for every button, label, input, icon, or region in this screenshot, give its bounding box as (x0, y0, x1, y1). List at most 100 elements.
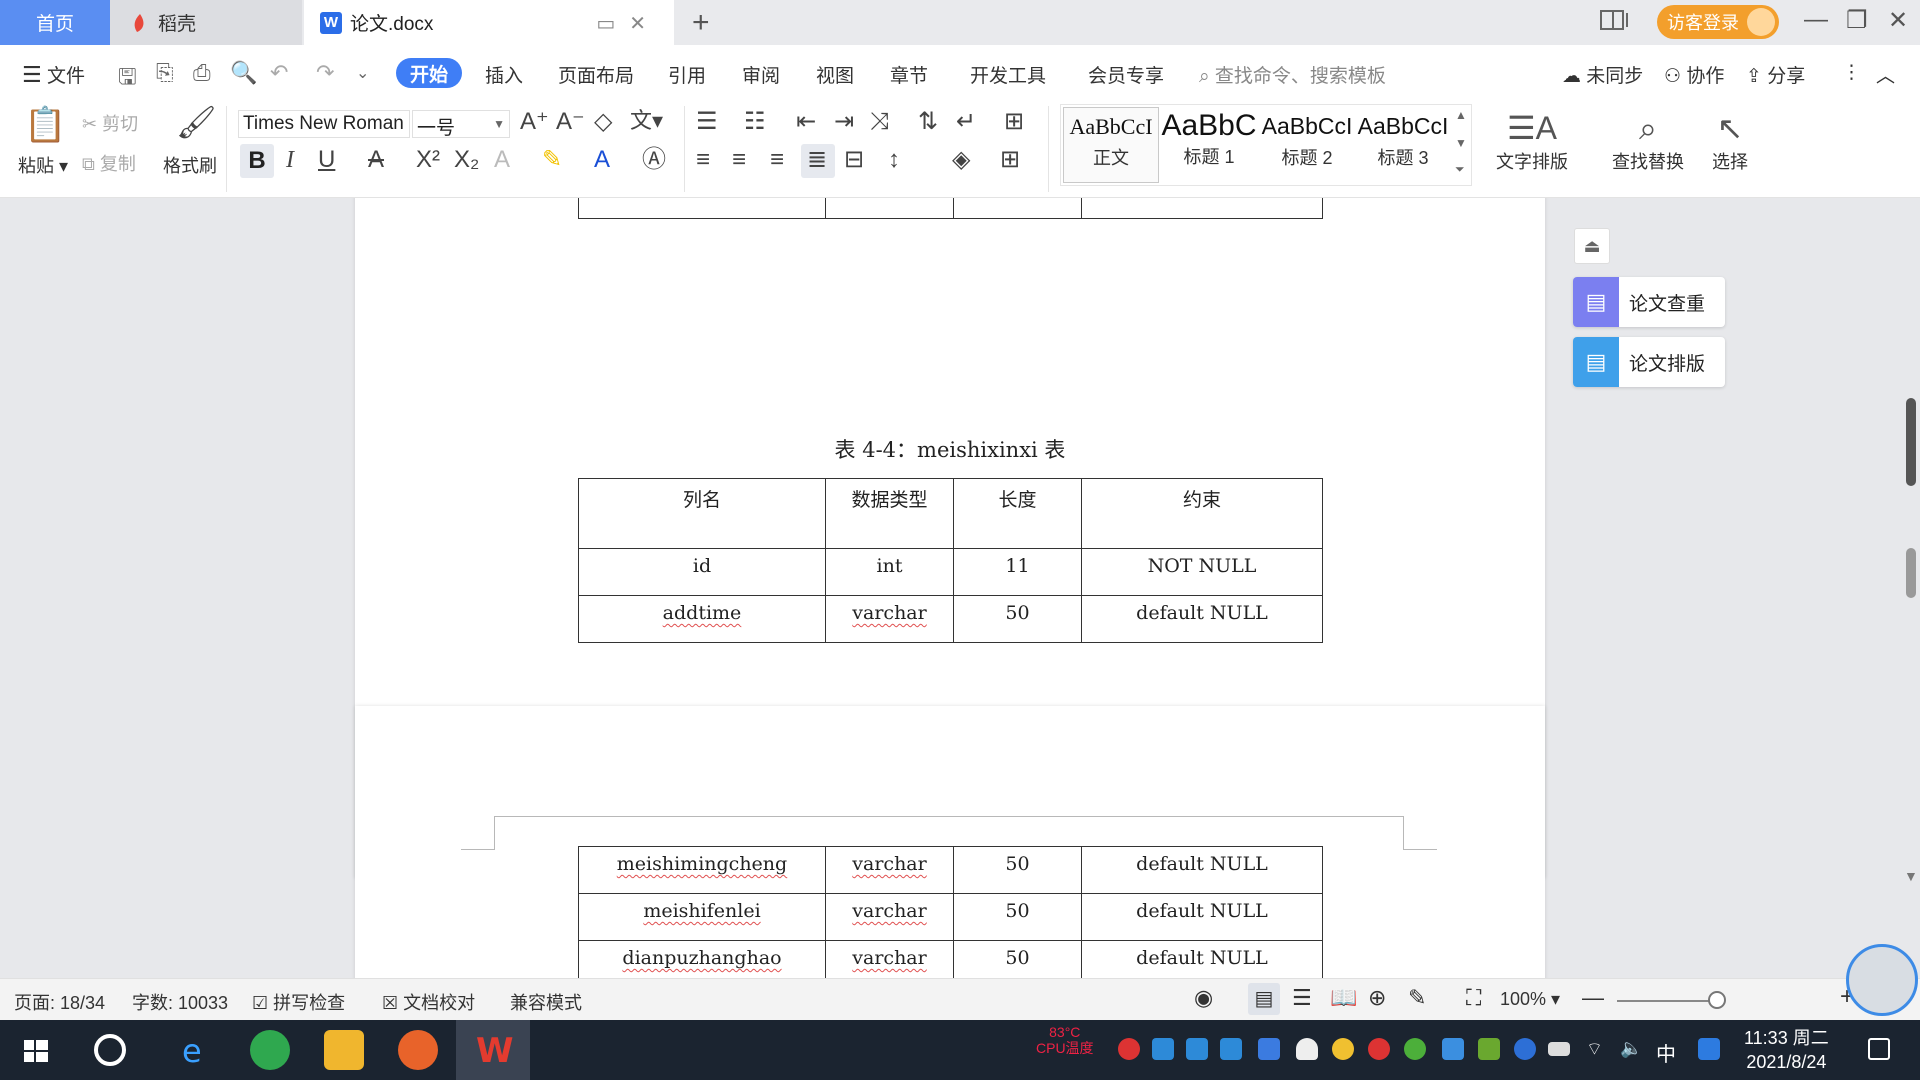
save-icon[interactable]: 🖫 (118, 60, 137, 98)
qq-icon[interactable] (1332, 1038, 1354, 1060)
assistant-robot-icon[interactable] (1846, 944, 1918, 1016)
decrease-indent-icon[interactable]: ⇤ (796, 110, 816, 134)
header-cell[interactable]: 数据类型 (825, 478, 954, 549)
ime-indicator[interactable]: 中 (1656, 1038, 1678, 1066)
pinwheel-app-icon[interactable] (90, 1030, 130, 1070)
tab-references[interactable]: 引用 (668, 61, 706, 88)
underline-button[interactable]: U (318, 148, 335, 172)
tab-developer[interactable]: 开发工具 (970, 61, 1046, 88)
file-explorer-icon[interactable] (324, 1030, 364, 1070)
search-app-icon[interactable] (1698, 1038, 1720, 1060)
more-icon[interactable]: ⋮ (1842, 61, 1861, 84)
header-cell[interactable]: 约束 (1081, 478, 1323, 549)
distributed-icon[interactable]: ⊟ (844, 148, 864, 172)
tray-app-icon[interactable] (1442, 1038, 1464, 1060)
tab-insert[interactable]: 插入 (485, 61, 523, 88)
table-cell[interactable]: varchar (825, 940, 954, 978)
restore-icon[interactable]: ❐ (1846, 6, 1868, 35)
table-cell[interactable]: dianpuzhanghao (578, 940, 826, 978)
data-table[interactable]: 列名 数据类型 长度 约束 id int 11 NOT NULL addtime… (578, 478, 1323, 643)
windows-start-icon[interactable] (16, 1030, 56, 1070)
copy-button[interactable]: ⧉ 复制 (82, 150, 136, 176)
grow-font-icon[interactable]: A⁺ (520, 110, 549, 134)
customize-chevron-icon[interactable]: ⌄ (356, 63, 369, 83)
table-cell[interactable]: varchar (825, 893, 954, 941)
thesis-layout-button[interactable]: ▤ 论文排版 (1573, 337, 1725, 387)
tray-app-icon[interactable] (1118, 1038, 1140, 1060)
output-icon[interactable]: ⎘ (156, 60, 174, 86)
align-right-icon[interactable]: ≡ (770, 148, 784, 172)
tab-daoke[interactable]: 稻壳 (110, 0, 302, 45)
tab-chapter[interactable]: 章节 (890, 61, 928, 88)
redo-icon[interactable]: ↷ (316, 60, 334, 86)
paste-icon[interactable]: 📋 (24, 108, 66, 142)
subscript-button[interactable]: X₂ (454, 148, 479, 172)
shield-icon[interactable] (1258, 1038, 1280, 1060)
superscript-button[interactable]: X² (416, 148, 440, 172)
find-replace-button[interactable]: ⌕ 查找替换 (1612, 108, 1684, 174)
collapse-ribbon-icon[interactable]: ︿ (1876, 61, 1895, 88)
phonetic-guide-icon[interactable]: 文▾ (630, 110, 663, 132)
float-window-icon[interactable]: ▭ (596, 13, 629, 35)
guest-login-button[interactable]: 访客登录 (1657, 5, 1779, 39)
ruler-icon[interactable]: ⊞ (1004, 110, 1024, 134)
table-cell[interactable]: NOT NULL (1081, 548, 1323, 596)
tab-review[interactable]: 审阅 (742, 61, 780, 88)
tab-home[interactable]: 首页 (0, 0, 110, 45)
ie-browser-icon[interactable]: e (174, 1030, 214, 1070)
text-layout-button[interactable]: ☰A 文字排版 (1496, 108, 1568, 174)
nvidia-icon[interactable] (1478, 1038, 1500, 1060)
text-direction-icon[interactable]: ⤨ (870, 110, 889, 134)
header-cell[interactable]: 列名 (578, 478, 826, 549)
thesis-check-button[interactable]: ▤ 论文查重 (1573, 277, 1725, 327)
wifi-icon[interactable]: ⌔ (1586, 1038, 1608, 1060)
fit-page-icon[interactable]: ⛶ (1466, 985, 1481, 1011)
write-view-icon[interactable]: ✎ (1408, 985, 1426, 1011)
clear-format-icon[interactable]: ◇ (594, 110, 612, 134)
style-heading-1[interactable]: AaBbC 标题 1 (1161, 107, 1257, 183)
scrollbar-thumb[interactable] (1906, 398, 1916, 486)
table-cell[interactable]: 11 (953, 548, 1082, 596)
table-cell[interactable]: default NULL (1081, 595, 1323, 643)
table-cell[interactable]: 50 (953, 595, 1082, 643)
side-panel-collapse-icon[interactable]: ⏏ (1574, 228, 1610, 264)
layout-toggle-icon[interactable] (1600, 8, 1630, 39)
minimize-icon[interactable]: — (1804, 6, 1828, 34)
browser-360-icon[interactable] (250, 1030, 290, 1070)
bullet-list-icon[interactable]: ☰ (696, 110, 718, 134)
format-painter-button[interactable]: 格式刷 (163, 152, 217, 178)
reading-view-icon[interactable]: 📖 (1330, 985, 1357, 1011)
highlight-icon[interactable]: ✎ (542, 148, 562, 172)
tray-app-icon[interactable] (1220, 1038, 1242, 1060)
battery-icon[interactable] (1548, 1042, 1570, 1056)
bell-icon[interactable] (1296, 1038, 1318, 1060)
outline-view-icon[interactable]: ☰ (1292, 985, 1312, 1011)
header-cell[interactable]: 长度 (953, 478, 1082, 549)
table-cell[interactable]: varchar (825, 846, 954, 894)
italic-button[interactable]: I (286, 148, 294, 172)
table-cell[interactable]: default NULL (1081, 940, 1323, 978)
align-center-icon[interactable]: ≡ (732, 148, 746, 172)
tray-app-icon[interactable] (1152, 1038, 1174, 1060)
new-tab-button[interactable]: + (692, 6, 710, 40)
tray-app-icon[interactable] (1404, 1038, 1426, 1060)
tab-document[interactable]: W 论文.docx ▭✕ (304, 0, 674, 45)
share-button[interactable]: ⇪ 分享 (1746, 61, 1805, 88)
tray-app-icon[interactable] (1186, 1038, 1208, 1060)
word-count[interactable]: 字数: 10033 (132, 989, 228, 1015)
table-cell[interactable]: id (578, 548, 826, 596)
table-cell[interactable]: default NULL (1081, 893, 1323, 941)
tray-app-icon[interactable] (1368, 1038, 1390, 1060)
char-border-icon[interactable]: Ⓐ (642, 148, 666, 172)
notification-icon[interactable] (1868, 1038, 1890, 1060)
strikethrough-button[interactable]: A (368, 148, 384, 172)
text-effect-icon[interactable]: A (494, 148, 510, 172)
tab-start[interactable]: 开始 (396, 58, 462, 88)
spell-check-button[interactable]: ☑ 拼写检查 (252, 989, 345, 1015)
table-cell[interactable]: varchar (825, 595, 954, 643)
shading-icon[interactable]: ◈ (952, 148, 970, 172)
zoom-level[interactable]: 100% ▾ (1500, 989, 1560, 1010)
font-color-icon[interactable]: A (594, 148, 610, 172)
cpu-temp-widget[interactable]: 83°C CPU温度 (1036, 1024, 1094, 1056)
table-cell[interactable]: 50 (953, 940, 1082, 978)
